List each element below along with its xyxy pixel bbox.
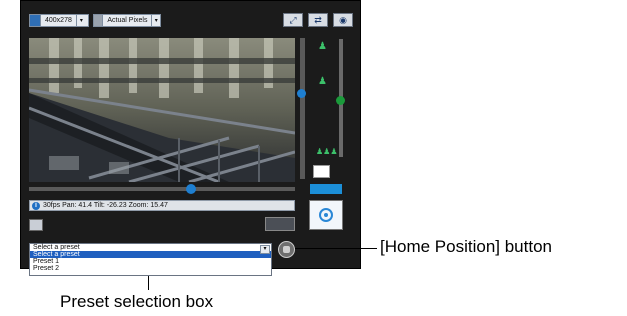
chevron-down-icon[interactable]: ▾ (260, 245, 270, 254)
zoom-slider-knob[interactable] (336, 96, 345, 105)
preset-box-callout: Preset selection box (60, 292, 214, 311)
camera-icon-button[interactable] (313, 165, 330, 178)
pan-slider-knob[interactable] (186, 184, 196, 194)
tilt-slider-knob[interactable] (297, 89, 306, 98)
preset-option[interactable]: Select a preset (30, 251, 271, 258)
pan-slider[interactable] (29, 187, 295, 191)
home-button-leader-line (295, 248, 377, 249)
snapshot-button[interactable] (29, 219, 43, 231)
preset-option[interactable]: Preset 2 (30, 265, 271, 272)
status-text: 30fps Pan: 41.4 Tilt: -26.23 Zoom: 15.47 (43, 202, 168, 209)
swap-button[interactable]: ⇄ (308, 13, 328, 27)
fullscreen-button[interactable]: ⤢ (283, 13, 303, 27)
control-status-bar (310, 184, 342, 194)
status-bar: i 30fps Pan: 41.4 Tilt: -26.23 Zoom: 15.… (29, 200, 295, 211)
preset-option[interactable]: Preset 1 (30, 258, 271, 265)
view-mode-icon (94, 14, 104, 26)
chevron-down-icon[interactable]: ▾ (75, 14, 86, 26)
pan-tilt-home-control[interactable] (309, 200, 343, 230)
home-position-button[interactable] (278, 241, 295, 258)
zoom-out-icon[interactable]: ♟♟♟ (316, 147, 338, 156)
resolution-value: 400x278 (45, 16, 72, 24)
camera-control-button[interactable]: ◉ (333, 13, 353, 27)
view-mode-value: Actual Pixels (107, 16, 148, 24)
viewer-toolbar: 400x278 ▾ Actual Pixels ▾ (29, 13, 161, 27)
zoom-mid-icon: ♟ (318, 76, 327, 87)
video-frame-image (29, 38, 295, 182)
tilt-slider[interactable] (300, 38, 305, 179)
preset-selection-box[interactable]: Select a preset ▾ Select a preset Preset… (29, 243, 272, 276)
resolution-icon (30, 14, 41, 26)
chevron-down-icon[interactable]: ▾ (151, 14, 160, 26)
resolution-select[interactable]: 400x278 ▾ (29, 13, 89, 27)
home-button-callout: [Home Position] button (380, 237, 552, 256)
target-dot-icon (324, 213, 328, 217)
view-mode-select[interactable]: Actual Pixels ▾ (93, 13, 161, 27)
video-view[interactable] (29, 38, 295, 182)
preset-box-leader-line (148, 276, 149, 290)
info-icon: i (32, 201, 40, 210)
zoom-in-icon[interactable]: ♟ (318, 41, 327, 52)
panorama-button[interactable] (265, 217, 295, 231)
preset-current[interactable]: Select a preset (30, 244, 271, 251)
camera-viewer-panel: 400x278 ▾ Actual Pixels ▾ ⤢ ⇄ ◉ ♟ ♟ ♟♟♟ … (20, 0, 361, 276)
